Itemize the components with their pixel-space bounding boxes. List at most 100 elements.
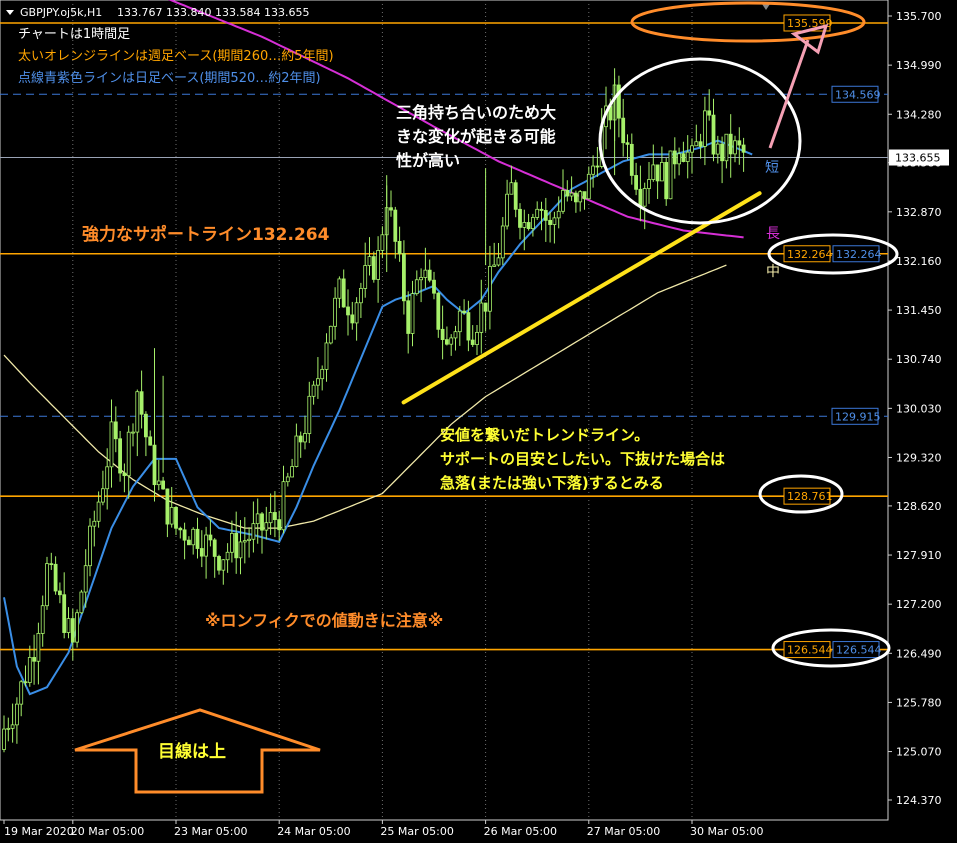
candle-body [169,506,174,525]
candle-body [539,208,544,211]
y-tick-label: 126.490 [896,647,942,660]
candle-body [548,219,552,225]
candle-body [629,143,634,176]
candle-body [496,257,501,266]
candle-body [285,476,290,483]
candle-body [707,110,712,116]
candle-body [272,512,277,521]
candle-body [423,269,428,278]
candle-body [251,523,256,540]
candle-body [75,612,79,643]
candle-body [315,378,320,386]
svg-text:サポートの目安としたい。下抜けた場合は: サポートの目安としたい。下抜けた場合は [440,450,725,468]
candle-body [741,144,746,153]
candle-body [449,337,454,345]
candle-body [518,208,522,228]
candle-body [27,657,32,683]
candle-body [346,306,350,316]
candle-body [715,143,720,155]
candle-body [143,413,148,438]
y-tick-label: 134.990 [896,59,942,72]
candle-body [204,534,209,557]
price-tag-label: 132.264 [787,248,833,261]
candle-body [131,431,135,434]
price-tag-label: 129.915 [835,410,881,423]
candle-body [694,141,699,147]
candle-body [126,431,131,477]
note-line-3: 点線青紫色ラインは日足ベース(期間520…約2年間) [18,70,321,86]
candle-body [703,110,707,147]
svg-text:急落(または強い下落)するとみる: 急落(または強い下落)するとみる [440,474,664,492]
price-tag-label: 134.569 [835,88,881,101]
candle-body [255,513,260,525]
candle-body [161,480,166,490]
candle-body [10,724,15,729]
candle-body [690,145,694,153]
candle-body [311,384,316,397]
candle-body [195,528,200,549]
ohlc-label: 133.767 133.840 133.584 133.655 [117,6,309,19]
candle-body [40,605,45,634]
ma-mid-label: 中 [766,264,780,280]
candle-body [638,188,643,207]
candle-body [681,153,686,162]
candle-body [513,182,518,210]
candle-body [234,532,239,559]
candle-body [101,488,105,503]
svg-text:三角持ち合いのため大: 三角持ち合いのため大 [396,103,556,122]
candle-body [492,264,497,267]
price-chart[interactable]: 124.370 125.070 125.780 126.490 127.200 127.9… [0,0,957,843]
candle-body [660,161,664,182]
candle-body [337,278,342,299]
candle-body [720,143,724,162]
candle-body [621,117,626,144]
candle-body [668,150,673,200]
y-tick-label: 128.620 [896,500,942,513]
candle-body [135,391,140,433]
candle-body [139,391,144,415]
candle-body [526,222,531,229]
svg-text:性が高い: 性が高い [396,151,460,170]
support-annotation: 強力なサポートライン132.264 [82,224,330,245]
y-tick-label: 130.740 [896,353,942,366]
candle-body [242,540,247,543]
x-tick-label: 23 Mar 05:00 [174,825,247,838]
candle-body [475,332,479,345]
y-tick-label: 132.870 [896,206,942,219]
candle-body [552,217,557,225]
candle-body [298,435,303,443]
candle-body [341,278,346,308]
candle-body [277,519,282,531]
candle-body [229,532,234,553]
candle-body [487,266,492,312]
current-price-label: 133.655 [895,152,941,165]
candle-body [14,703,19,726]
candle-body [647,179,651,189]
price-tag-label: 126.544 [836,644,882,657]
candle-body [92,520,97,527]
candle-body [307,395,312,434]
candle-body [281,481,286,531]
y-tick-label: 129.320 [896,451,942,464]
candle-body [672,150,677,165]
candle-body [595,165,600,168]
candle-body [58,590,62,596]
candle-body [290,466,295,478]
candle-body [376,250,381,280]
candle-body [96,501,101,522]
candle-body [260,513,264,531]
candle-body [414,279,419,294]
candle-body [724,133,729,162]
candle-body [88,525,92,567]
candle-body [509,182,514,195]
candle-body [733,140,737,155]
y-tick-label: 131.450 [896,304,942,317]
candle-body [470,339,475,345]
candle-body [440,328,445,341]
y-tick-label: 130.030 [896,402,942,415]
candle-body [186,539,191,546]
x-tick-label: 30 Mar 05:00 [690,825,763,838]
candle-body [324,342,329,370]
candle-body [642,188,647,207]
candle-body [53,563,58,592]
